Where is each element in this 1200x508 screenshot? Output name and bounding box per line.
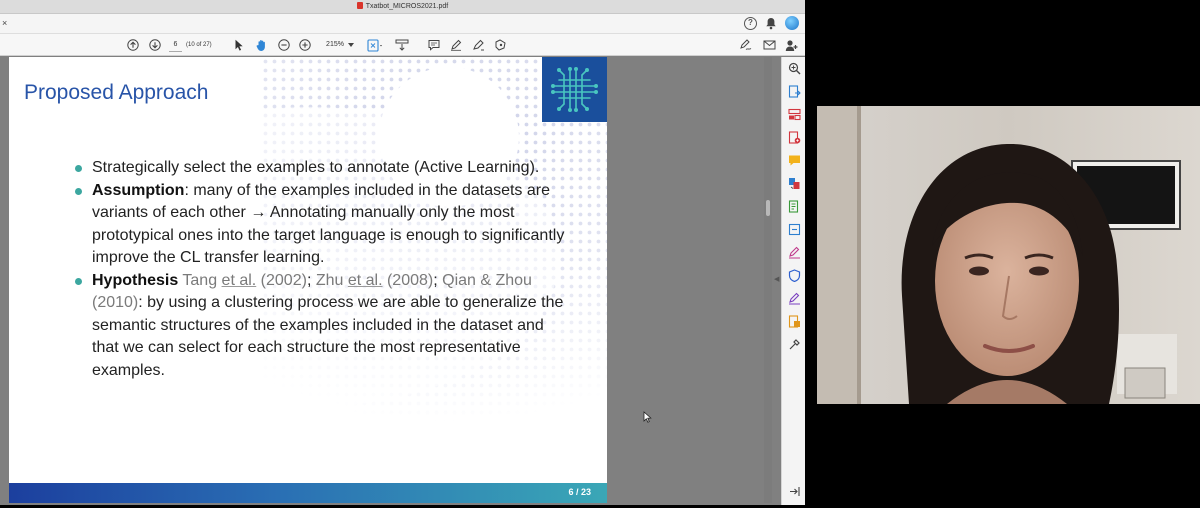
scrollbar-thumb[interactable] xyxy=(766,200,770,216)
select-cursor-icon[interactable] xyxy=(233,37,245,53)
citation-link[interactable]: et al. xyxy=(222,272,257,289)
search-zoom-icon[interactable] xyxy=(788,62,801,75)
combine-files-icon[interactable] xyxy=(788,177,801,190)
export-pdf-icon[interactable] xyxy=(788,85,801,98)
stamp-icon[interactable] xyxy=(493,37,507,53)
pen-icon[interactable] xyxy=(449,37,462,53)
hand-tool-icon[interactable] xyxy=(254,37,268,53)
close-icon[interactable]: × xyxy=(2,18,7,28)
zoom-in-icon[interactable] xyxy=(298,37,311,53)
citation-link[interactable]: et al. xyxy=(348,272,383,289)
highlight-icon[interactable] xyxy=(471,37,485,53)
bullet-item: Assumption: many of the examples include… xyxy=(75,180,565,270)
collapse-panel-icon[interactable] xyxy=(788,485,801,498)
page-down-icon[interactable] xyxy=(148,37,161,53)
protect-icon[interactable] xyxy=(788,269,801,283)
window-title: Txatbot_MICROS2021.pdf xyxy=(365,3,449,10)
page-count-label: (10 of 27) xyxy=(186,42,212,48)
create-pdf-icon[interactable] xyxy=(788,131,801,144)
share-user-icon[interactable] xyxy=(784,37,799,53)
pdf-page: Proposed Approach Strategically select t… xyxy=(9,57,607,503)
request-signature-icon[interactable] xyxy=(788,292,801,305)
slide-bullet-list: Strategically select the examples to ann… xyxy=(75,157,565,382)
mouse-cursor-icon xyxy=(643,410,652,428)
zoom-dropdown-icon[interactable] xyxy=(347,37,355,53)
page-number-input[interactable]: 6 xyxy=(169,38,182,52)
fill-sign-icon[interactable] xyxy=(788,246,801,259)
collapse-panel-arrow-icon[interactable]: ◀ xyxy=(774,275,779,283)
slide-footer-bar: 6 / 23 xyxy=(9,483,607,503)
bullet-item: Hypothesis Tang et al. (2002); Zhu et al… xyxy=(75,270,565,383)
scroll-mode-icon[interactable] xyxy=(394,37,409,53)
zoom-out-icon[interactable] xyxy=(277,37,290,53)
comment-icon[interactable] xyxy=(427,37,440,53)
more-tools-icon[interactable] xyxy=(788,338,801,351)
pdf-viewer-window: Txatbot_MICROS2021.pdf × ? 6 (10 of 27) xyxy=(0,0,805,505)
help-icon[interactable]: ? xyxy=(744,17,757,30)
zoom-level[interactable]: 215% xyxy=(322,38,348,52)
mail-icon[interactable] xyxy=(762,37,776,53)
send-review-icon[interactable] xyxy=(788,315,801,328)
window-titlebar: Txatbot_MICROS2021.pdf xyxy=(0,0,805,14)
fit-page-icon[interactable] xyxy=(366,37,384,53)
scan-ocr-icon[interactable] xyxy=(788,223,801,236)
bell-icon[interactable] xyxy=(765,17,777,30)
sign-icon[interactable] xyxy=(739,37,753,53)
slide-logo xyxy=(542,57,607,122)
webcam-feed xyxy=(817,106,1200,404)
menu-bar: × ? xyxy=(0,14,805,34)
vertical-scrollbar[interactable] xyxy=(764,57,772,503)
page-up-icon[interactable] xyxy=(126,37,139,53)
tools-panel xyxy=(781,57,805,505)
organize-pages-icon[interactable] xyxy=(788,108,801,121)
bullet-item: Strategically select the examples to ann… xyxy=(75,157,565,180)
slide-page-number: 6 / 23 xyxy=(568,487,591,497)
edit-pdf-icon[interactable] xyxy=(788,200,801,213)
pdf-file-icon xyxy=(356,2,363,9)
comment-tool-icon[interactable] xyxy=(788,154,801,167)
avatar-icon[interactable] xyxy=(785,16,799,30)
slide-title: Proposed Approach xyxy=(24,81,209,104)
pdf-toolbar: 6 (10 of 27) 215% xyxy=(0,34,805,56)
